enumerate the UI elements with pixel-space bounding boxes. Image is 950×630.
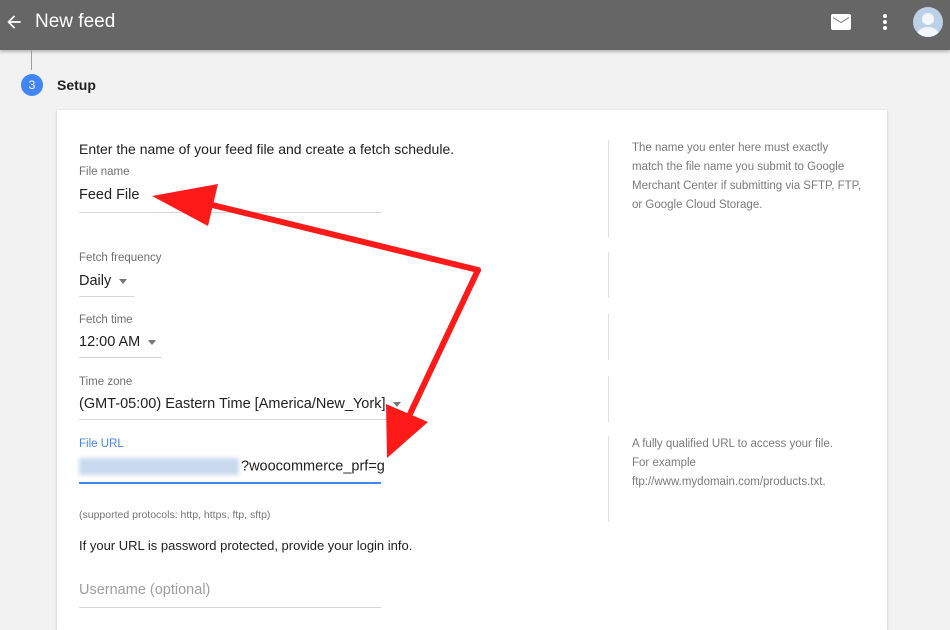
step-number-badge: 3 (21, 74, 43, 96)
dropdown-arrow-icon (119, 278, 128, 284)
file-url-input[interactable]: ?woocommerce_prf=g (79, 458, 385, 475)
fetch-frequency-select[interactable]: Daily (79, 273, 128, 289)
arrow-back-icon[interactable] (4, 12, 24, 32)
file-url-label: File URL (79, 438, 124, 450)
dropdown-arrow-icon (148, 339, 157, 345)
fetch-time-value: 12:00 AM (79, 334, 141, 350)
file-url-help: A fully qualified URL to access your fil… (632, 435, 862, 492)
password-note: If your URL is password protected, provi… (79, 538, 413, 553)
step-connector (31, 50, 32, 70)
mail-icon[interactable] (831, 14, 851, 30)
file-url-help-line: A fully qualified URL to access your fil… (632, 438, 833, 450)
setup-card: Enter the name of your feed file and cre… (57, 110, 887, 630)
file-url-visible-value: ?woocommerce_prf=g (241, 458, 385, 475)
redacted-url-segment (79, 458, 239, 475)
file-name-input[interactable]: Feed File (79, 187, 139, 203)
avatar[interactable] (913, 7, 943, 37)
help-divider (608, 436, 609, 522)
fetch-frequency-label: Fetch frequency (79, 252, 162, 264)
help-divider (608, 314, 609, 360)
time-zone-underline (79, 419, 399, 420)
help-divider (608, 252, 609, 298)
fetch-time-select[interactable]: 12:00 AM (79, 334, 157, 350)
fetch-time-underline (79, 357, 162, 358)
file-url-help-example: ftp://www.mydomain.com/products.txt. (632, 476, 826, 488)
protocols-note: (supported protocols: http, https, ftp, … (79, 509, 271, 521)
help-divider (608, 376, 609, 422)
file-url-help-line: For example (632, 457, 696, 469)
page-title: New feed (35, 11, 116, 32)
help-divider (608, 140, 609, 237)
fetch-frequency-underline (79, 296, 134, 297)
person-icon (917, 13, 939, 37)
username-underline (79, 607, 381, 608)
file-name-help: The name you enter here must exactly mat… (632, 142, 862, 211)
file-url-underline (79, 482, 381, 484)
more-vert-icon[interactable] (879, 12, 891, 32)
time-zone-label: Time zone (79, 376, 133, 388)
top-app-bar: New feed (0, 0, 950, 50)
step-title: Setup (57, 77, 96, 93)
fetch-time-label: Fetch time (79, 314, 133, 326)
file-name-underline (79, 212, 381, 213)
file-name-label: File name (79, 166, 130, 178)
username-input[interactable]: Username (optional) (79, 582, 210, 598)
dropdown-arrow-icon (393, 401, 402, 407)
fetch-frequency-value: Daily (79, 273, 112, 289)
time-zone-select[interactable]: (GMT-05:00) Eastern Time [America/New_Yo… (79, 396, 402, 412)
form-intro: Enter the name of your feed file and cre… (79, 141, 455, 157)
time-zone-value: (GMT-05:00) Eastern Time [America/New_Yo… (79, 396, 386, 412)
